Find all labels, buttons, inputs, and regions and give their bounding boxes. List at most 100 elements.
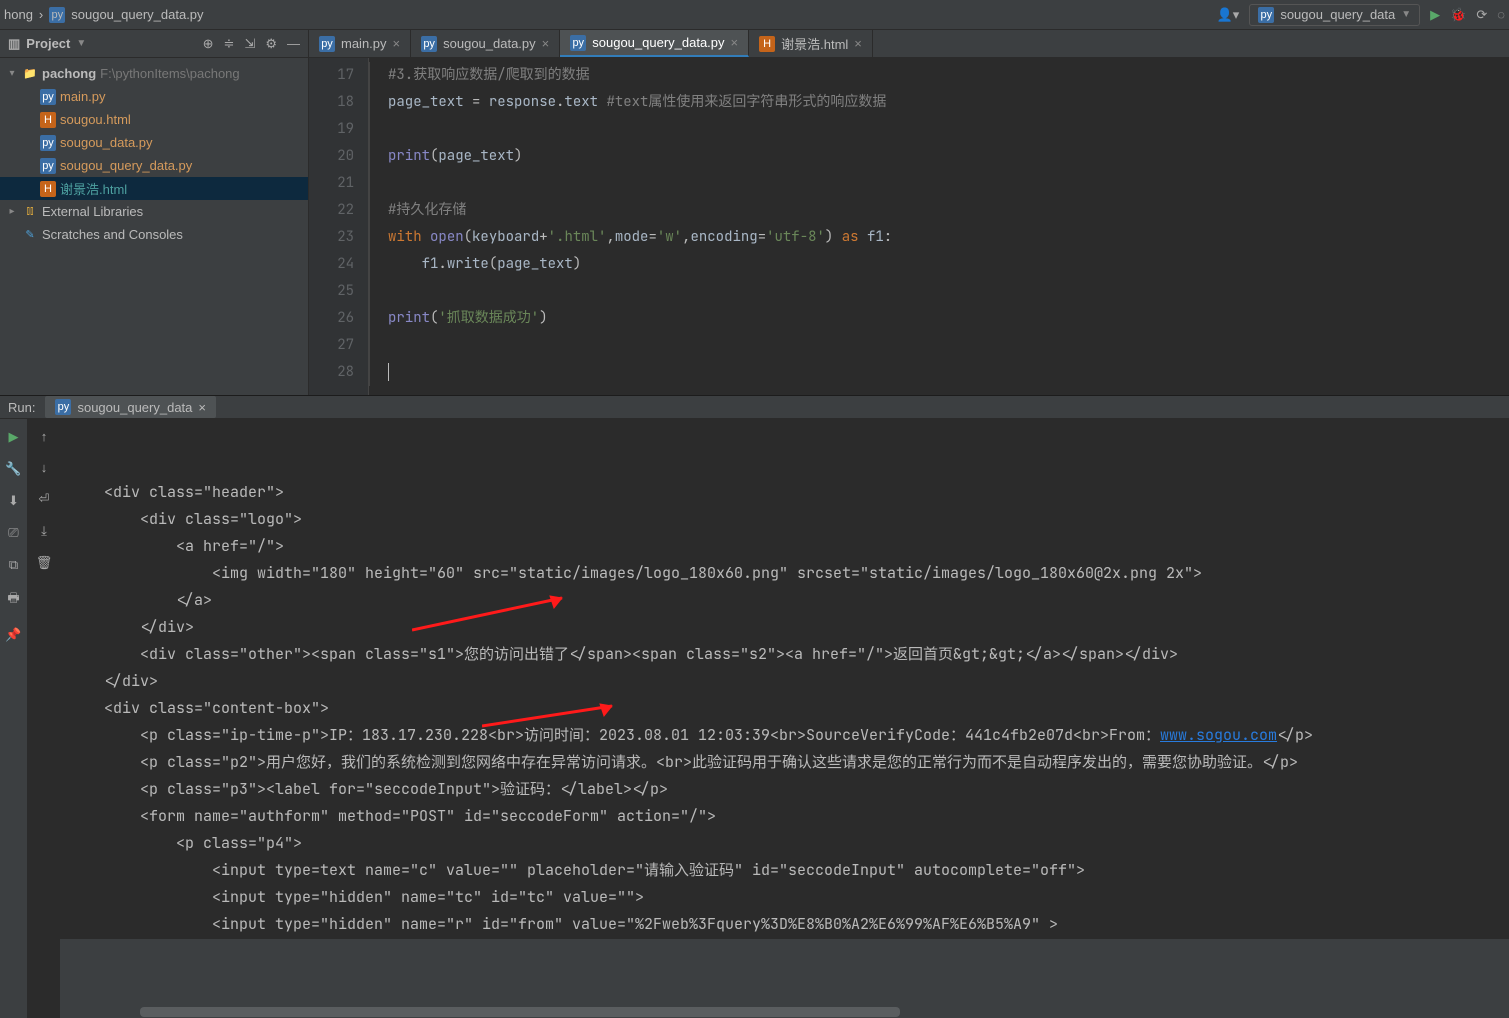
chevron-down-icon[interactable]: ▼ (76, 38, 86, 49)
wrap-icon[interactable]: ⏎ (39, 491, 50, 507)
html-file-icon: H (40, 112, 56, 128)
console-line: </a> (68, 587, 1501, 614)
scratches-label: Scratches and Consoles (42, 227, 183, 242)
title-bar: hong › py sougou_query_data.py 👤▾ py sou… (0, 0, 1509, 30)
run-icon[interactable]: ▶ (1430, 7, 1440, 23)
user-icon[interactable]: 👤▾ (1217, 7, 1240, 23)
library-icon: ⫾⫾ (22, 204, 38, 220)
line-number: 17 (309, 62, 354, 89)
console-line: <div class="logo"> (68, 506, 1501, 533)
print-icon[interactable]: 🖶 (7, 589, 19, 611)
code-line[interactable]: with open(keyboard+'.html',mode='w',enco… (369, 224, 1509, 251)
collapse-all-icon[interactable]: ⇲ (244, 36, 255, 52)
horizontal-scrollbar[interactable] (120, 1006, 1509, 1018)
code-line[interactable] (369, 278, 1509, 305)
close-icon[interactable]: × (198, 400, 206, 415)
debug-icon[interactable]: 🐞 (1450, 7, 1466, 23)
project-title[interactable]: Project (26, 36, 70, 51)
tree-file-node[interactable]: pysougou_query_data.py (0, 154, 308, 177)
console-line: </div> (68, 668, 1501, 695)
code-line[interactable] (369, 332, 1509, 359)
locate-icon[interactable]: ⊕ (203, 36, 214, 52)
down-arrow-icon[interactable]: ⬇ (8, 493, 19, 509)
tree-file-node[interactable]: H谢景浩.html (0, 177, 308, 200)
tab-label: sougou_query_data.py (592, 35, 724, 50)
python-file-icon: py (1258, 7, 1274, 23)
breadcrumb-root[interactable]: hong (4, 7, 33, 22)
tree-file-node[interactable]: Hsougou.html (0, 108, 308, 131)
run-tab[interactable]: py sougou_query_data × (45, 396, 216, 418)
layout2-icon[interactable]: ⧉ (9, 557, 18, 573)
wrench-icon[interactable]: 🔧 (5, 461, 21, 477)
close-icon[interactable]: × (731, 35, 739, 50)
project-tree[interactable]: ▾ 📁 pachong F:\pythonItems\pachong pymai… (0, 58, 308, 250)
code-line[interactable]: f1.write(page_text) (369, 251, 1509, 278)
code-line[interactable]: print('抓取数据成功') (369, 305, 1509, 332)
console-line: <a href="/"> (68, 533, 1501, 560)
console-output[interactable]: <div class="header"> <div class="logo"> … (60, 419, 1509, 1018)
close-icon[interactable]: × (854, 36, 862, 51)
line-number: 24 (309, 251, 354, 278)
code-line[interactable]: page_text = response.text #text属性使用来返回字符… (369, 89, 1509, 116)
tab-label: sougou_data.py (443, 36, 536, 51)
hide-icon[interactable]: — (287, 36, 300, 52)
console-line: </div> (68, 614, 1501, 641)
code-line[interactable] (369, 359, 1509, 386)
scrollbar-thumb[interactable] (140, 1007, 900, 1017)
tree-file-node[interactable]: pymain.py (0, 85, 308, 108)
run-config-label: sougou_query_data (1280, 7, 1395, 22)
python-file-icon: py (49, 7, 65, 23)
editor-tabs: pymain.py×pysougou_data.py×pysougou_quer… (309, 30, 1509, 58)
close-icon[interactable]: × (542, 36, 550, 51)
editor-body[interactable]: 171819202122232425262728 #3.获取响应数据/爬取到的数… (309, 58, 1509, 395)
coverage-icon[interactable]: ⟳ (1476, 7, 1487, 23)
up-icon[interactable]: ↑ (41, 429, 48, 444)
code-line[interactable] (369, 116, 1509, 143)
editor-tab[interactable]: H谢景浩.html× (749, 30, 873, 57)
scroll-icon[interactable]: ⤓ (41, 523, 47, 539)
project-root-path: F:\pythonItems\pachong (100, 66, 239, 81)
trash-icon[interactable]: 🗑 (36, 555, 53, 571)
python-file-icon: py (570, 35, 586, 51)
breadcrumb-file[interactable]: sougou_query_data.py (71, 7, 203, 22)
code-line[interactable]: print(page_text) (369, 143, 1509, 170)
editor-tab[interactable]: pysougou_data.py× (411, 30, 560, 57)
tree-file-label: sougou.html (60, 112, 131, 127)
line-number: 20 (309, 143, 354, 170)
breadcrumb[interactable]: hong › py sougou_query_data.py (4, 7, 204, 23)
rerun-icon[interactable]: ▶ (9, 429, 19, 445)
tree-file-node[interactable]: pysougou_data.py (0, 131, 308, 154)
code-line[interactable]: #持久化存储 (369, 197, 1509, 224)
console-line: <form name="authform" method="POST" id="… (68, 803, 1501, 830)
code-line[interactable] (369, 170, 1509, 197)
close-icon[interactable]: × (393, 36, 401, 51)
chevron-right-icon: › (39, 7, 43, 22)
external-libraries-node[interactable]: ▸ ⫾⫾ External Libraries (0, 200, 308, 223)
console-line: <p class="p4"> (68, 830, 1501, 857)
python-file-icon: py (40, 158, 56, 174)
layout-icon[interactable]: ⎚ (8, 525, 18, 541)
gear-icon[interactable]: ⚙ (265, 36, 277, 52)
project-root-node[interactable]: ▾ 📁 pachong F:\pythonItems\pachong (0, 62, 308, 85)
line-number: 27 (309, 332, 354, 359)
run-tab-label: sougou_query_data (77, 400, 192, 415)
down-icon[interactable]: ↓ (41, 460, 48, 475)
line-number: 28 (309, 359, 354, 386)
python-file-icon: py (40, 135, 56, 151)
console-line: <p class="p2">用户您好，我们的系统检测到您网络中存在异常访问请求。… (68, 749, 1501, 776)
pin-icon[interactable]: 📌 (5, 627, 21, 643)
python-file-icon: py (55, 399, 71, 415)
tab-label: main.py (341, 36, 387, 51)
code-line[interactable]: #3.获取响应数据/爬取到的数据 (369, 62, 1509, 89)
run-toolbar-left2: ↑ ↓ ⏎ ⤓ 🗑 (28, 419, 60, 1018)
console-link[interactable]: www.sogou.com (1160, 725, 1277, 745)
code-area[interactable]: #3.获取响应数据/爬取到的数据page_text = response.tex… (369, 58, 1509, 395)
editor-tab[interactable]: py sougou_query_data.py × (560, 30, 749, 57)
profile-icon[interactable]: ◌ (1497, 7, 1505, 22)
python-file-icon: py (40, 89, 56, 105)
line-number: 19 (309, 116, 354, 143)
run-config-selector[interactable]: py sougou_query_data ▼ (1249, 4, 1420, 26)
editor-tab[interactable]: pymain.py× (309, 30, 411, 57)
scratches-node[interactable]: ✎ Scratches and Consoles (0, 223, 308, 246)
expand-all-icon[interactable]: ≑ (224, 36, 235, 52)
